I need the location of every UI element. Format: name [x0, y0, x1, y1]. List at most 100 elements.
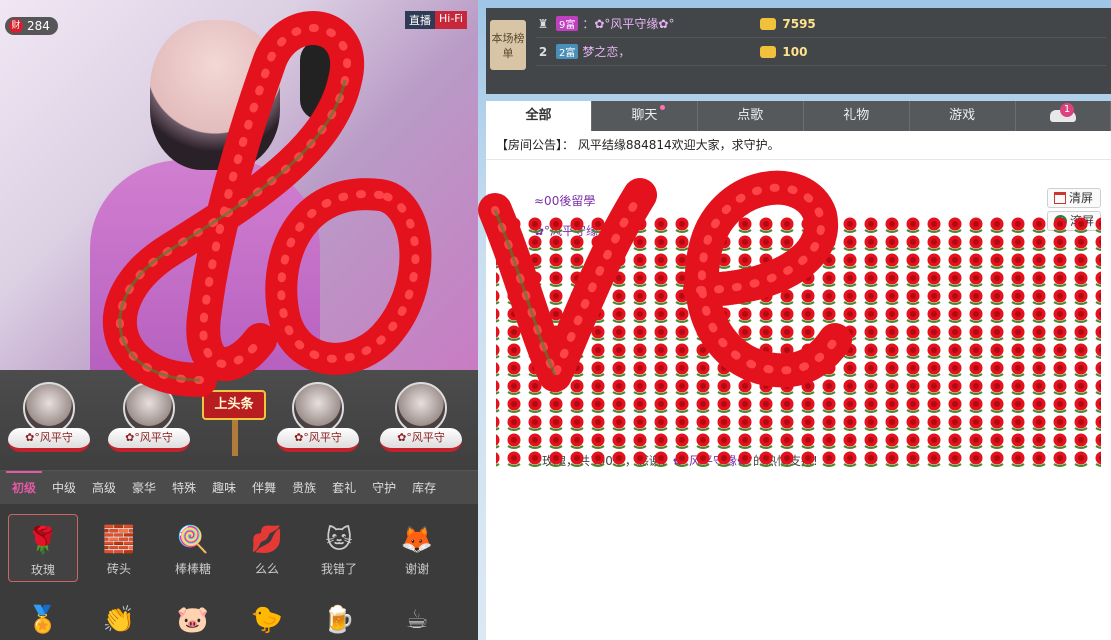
brick-icon: 🧱 [102, 525, 136, 555]
avatar [395, 382, 447, 434]
microphone-icon [300, 40, 342, 120]
gift-item[interactable]: 👏 [84, 594, 154, 640]
scroll-screen-button[interactable]: ✓ 滚屏 [1047, 211, 1101, 231]
coins-icon [760, 17, 777, 30]
gift-item[interactable]: 💋 么么 [232, 514, 302, 582]
gift-tab[interactable]: 守护 [364, 471, 404, 505]
gift-tab[interactable]: 伴舞 [244, 471, 284, 505]
coins-icon [760, 45, 777, 58]
guardian-seat[interactable]: ✿°风平守 [8, 382, 90, 462]
rank-user-name[interactable]: 梦之恋， [582, 43, 702, 60]
room-announcement: 【房间公告】： 风平结缘884814欢迎大家，求守护。 [486, 131, 1111, 159]
thanks-pre: 玫瑰，共300个，感谢： [542, 454, 673, 468]
right-panel: 本场榜单 ♜ 9富 ：✿°风平守缘✿° 7595 2 2富 梦之恋， 100 全… [478, 0, 1111, 640]
rank-user-name[interactable]: ：✿°风平守缘✿° [582, 15, 702, 32]
guardian-seat[interactable]: ✿°风平守 [277, 382, 359, 462]
gift-label: 棒棒糖 [174, 562, 211, 576]
gift-tab[interactable]: 豪华 [124, 471, 164, 505]
gift-label: 砖头 [106, 562, 131, 576]
gift-item[interactable]: 🐷 [158, 594, 228, 640]
thanks-user[interactable]: ✿°风平守缘✿° [673, 454, 753, 468]
wealth-level-badge: 9富 [556, 16, 579, 31]
gift-item[interactable]: 🌹 玫瑰 [8, 514, 78, 582]
hifi-label[interactable]: Hi-Fi [435, 11, 467, 29]
gift-item[interactable]: 🏅加油 [8, 594, 78, 640]
chat-area[interactable]: ≈00後留學 ✿°风平守缘 清屏 ✓ 滚屏 玫瑰，共300个，感谢：✿°风平守缘✿… [486, 159, 1111, 640]
rank-row[interactable]: ♜ 9富 ：✿°风平守缘✿° 7595 [536, 10, 1106, 38]
rank-score-value: 7595 [782, 16, 816, 31]
gift-item[interactable]: 🦊 谢谢 [382, 514, 452, 582]
chat-tabs: 全部 聊天 点歌 礼物 游戏 1 [486, 101, 1111, 131]
guardian-seat[interactable]: ✿°风平守 [380, 382, 462, 462]
gift-tab[interactable]: 趣味 [204, 471, 244, 505]
trash-icon [1054, 192, 1066, 204]
gift-item[interactable]: 🐱 我错了 [304, 514, 374, 582]
fortune-count: 284 [27, 19, 50, 33]
coffee-icon: ☕ [405, 605, 429, 635]
tab-gifts[interactable]: 礼物 [804, 101, 910, 131]
streamer-head [150, 20, 280, 170]
gift-item[interactable]: 🧱 砖头 [84, 514, 154, 582]
rank-score: 100 [760, 45, 807, 59]
live-label: 直播 [405, 11, 435, 29]
gift-item[interactable]: 🍭 棒棒糖 [158, 514, 228, 582]
duck-icon: 🐤 [250, 605, 284, 635]
clear-screen-label: 清屏 [1069, 191, 1094, 205]
gift-tab[interactable]: 高级 [84, 471, 124, 505]
gift-tab[interactable]: 贵族 [284, 471, 324, 505]
gift-tab[interactable]: 中级 [44, 471, 84, 505]
tab-chat[interactable]: 聊天 [592, 101, 698, 131]
gift-label: 玫瑰 [30, 563, 55, 577]
gift-grid: 🌹 玫瑰 🧱 砖头 🍭 棒棒糖 💋 么么 🐱 我错了 🦊 谢谢 🏅加油 👏 🐷 🐤 🍺 ☕ [0, 504, 478, 640]
announcement-text: 风平结缘884814欢迎大家，求守护。 [577, 138, 780, 152]
fortune-coin-icon: 财 [9, 19, 23, 33]
left-panel: 财 284 直播 Hi-Fi ✿°风平守 ✿°风平守 上头条 ✿°风平守 ✿°风… [0, 0, 478, 640]
gift-label: 我错了 [320, 562, 357, 576]
headline-button[interactable]: 上头条 [202, 390, 266, 456]
tab-games[interactable]: 游戏 [910, 101, 1016, 131]
video-stream[interactable]: 财 284 直播 Hi-Fi [0, 0, 478, 370]
scroll-screen-label: 滚屏 [1070, 214, 1095, 228]
tab-all[interactable]: 全部 [486, 101, 592, 131]
unread-dot-icon [659, 105, 665, 110]
guardian-seat[interactable]: ✿°风平守 [108, 382, 190, 462]
gift-tab[interactable]: 初级 [4, 470, 44, 505]
announcement-prefix: 【房间公告】： [496, 138, 575, 152]
sign-pole [232, 420, 238, 456]
sorry-cat-icon: 🐱 [325, 525, 353, 555]
wealth-level-badge: 2富 [556, 44, 579, 59]
tab-songs[interactable]: 点歌 [698, 101, 804, 131]
check-icon: ✓ [1054, 214, 1067, 228]
tab-cars[interactable]: 1 [1016, 101, 1111, 131]
fortune-badge: 财 284 [5, 17, 58, 35]
car-badge: 1 [1060, 103, 1075, 117]
guardian-strip: ✿°风平守 ✿°风平守 上头条 ✿°风平守 ✿°风平守 [0, 370, 478, 470]
clear-screen-button[interactable]: 清屏 [1047, 188, 1101, 208]
thanks-post: 的热情支持! [753, 454, 818, 468]
guardian-name: ✿°风平守 [277, 428, 359, 452]
avatar [292, 382, 344, 434]
tab-chat-label: 聊天 [631, 108, 658, 123]
clap-icon: 👏 [102, 605, 136, 635]
trophy-icon: ♜ [537, 16, 549, 31]
avatar [23, 382, 75, 434]
headline-label: 上头条 [214, 397, 254, 412]
streamer-body [90, 160, 320, 370]
gift-item[interactable]: 🐤 [232, 594, 302, 640]
chat-message: ✿°风平守缘 [534, 224, 599, 238]
gift-item[interactable]: 🍺 [304, 594, 374, 640]
gift-item[interactable]: ☕ [382, 594, 452, 640]
gift-tab[interactable]: 库存 [404, 471, 444, 505]
kiss-lips-icon: 💋 [250, 525, 284, 555]
rank-score: 7595 [760, 16, 816, 31]
guardian-name: ✿°风平守 [108, 428, 190, 452]
rank-row[interactable]: 2 2富 梦之恋， 100 [536, 38, 1106, 66]
rank-score-value: 100 [782, 44, 808, 59]
thanks-fox-icon: 🦊 [400, 525, 434, 555]
live-tags: 直播 Hi-Fi [405, 11, 467, 29]
gift-tab[interactable]: 特殊 [164, 471, 204, 505]
avatar [123, 382, 175, 434]
cheer-badge-icon: 🏅 [26, 605, 60, 635]
rank-board-tag[interactable]: 本场榜单 [490, 20, 526, 70]
gift-tab[interactable]: 套礼 [324, 471, 364, 505]
